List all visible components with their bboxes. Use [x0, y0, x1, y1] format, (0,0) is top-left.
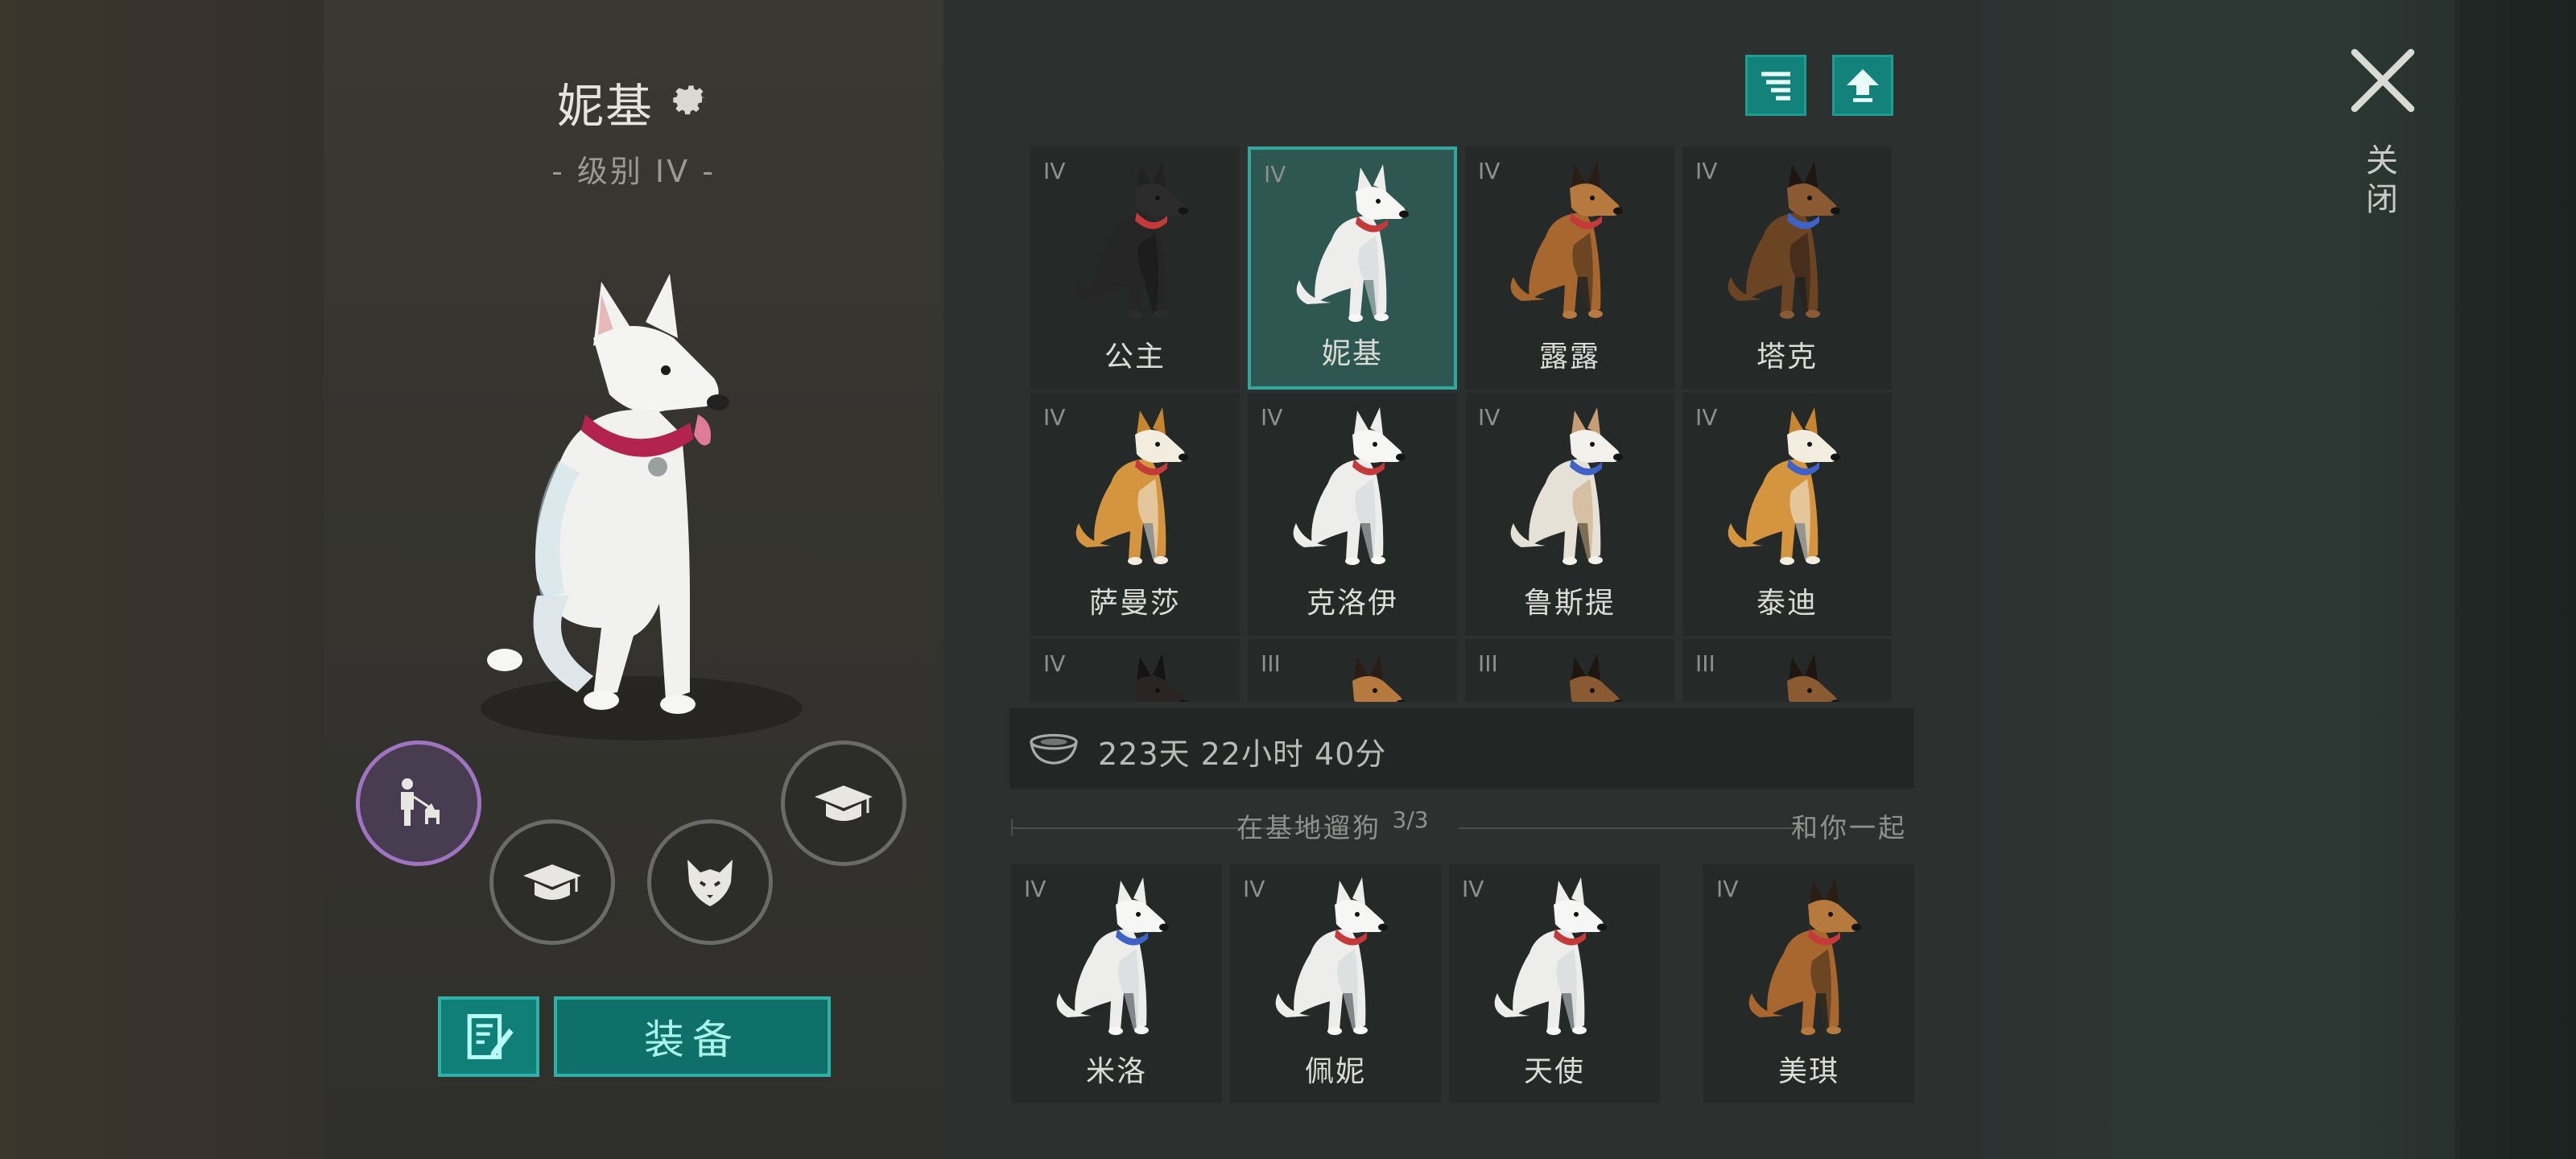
dog-name-label: 佩妮 — [1304, 1055, 1366, 1088]
dog-icon — [1135, 654, 1188, 702]
dog-tier: IV — [1716, 876, 1739, 902]
dog-name-label: 克洛伊 — [1306, 587, 1398, 620]
dog-detail-panel: 妮基 - 级别 IV - 装备 — [324, 0, 943, 1159]
section-divider-cap — [1011, 819, 1013, 835]
dog-tier: IV — [1024, 876, 1046, 902]
close-x-icon[interactable] — [2343, 40, 2423, 121]
base-dog-card[interactable]: IV 佩妮 — [1230, 864, 1441, 1103]
food-timer-bar: 223天 22小时 40分 — [1009, 708, 1914, 789]
dog-card[interactable]: IV 鲁斯提 — [1465, 393, 1674, 636]
training-course-button-2[interactable] — [781, 740, 906, 866]
dog-tier: IV — [1243, 876, 1265, 902]
dog-card[interactable]: IV 塔克 — [1682, 146, 1892, 390]
dog-icon — [1293, 407, 1406, 565]
dog-icon — [1570, 654, 1623, 702]
dog-tier: IV — [1478, 158, 1501, 184]
fox-skill-button[interactable] — [647, 819, 773, 945]
dog-icon — [1275, 877, 1388, 1035]
dog-tier: IV — [1462, 876, 1484, 902]
sort-lines-icon — [1761, 72, 1790, 101]
dog-name: 妮基 — [556, 79, 654, 134]
dog-name-label: 公主 — [1104, 340, 1166, 373]
dog-icon — [1510, 161, 1623, 319]
dog-tier: IV — [1478, 404, 1501, 431]
dog-icon — [1075, 407, 1188, 565]
base-walk-label: 在基地遛狗 3/3 — [1236, 806, 1429, 845]
dog-roster-panel: IV 公主 IV 妮基 IV 露露 IV 塔克 IV 萨曼莎 IV 克洛伊 IV… — [943, 0, 1980, 1159]
equip-button[interactable]: 装备 — [554, 996, 831, 1077]
arrow-up-icon — [1847, 69, 1879, 102]
training-course-button-1[interactable] — [489, 819, 615, 945]
dog-card[interactable]: IV — [1030, 639, 1240, 702]
dog-tier: IV — [1043, 158, 1066, 184]
dog-name-label: 鲁斯提 — [1523, 587, 1616, 620]
wolf-head-icon — [687, 860, 733, 906]
sort-button[interactable] — [1745, 55, 1806, 116]
companion-dog-card[interactable]: IV 美琪 — [1703, 864, 1914, 1103]
dog-tier: IV — [1264, 161, 1286, 188]
dog-icon — [1075, 161, 1188, 319]
dog-icon — [1728, 161, 1840, 319]
dog-card[interactable]: III — [1248, 639, 1457, 702]
dog-name-label: 美琪 — [1777, 1055, 1839, 1088]
dog-tier: IV — [1695, 158, 1718, 184]
dog-name-label: 露露 — [1538, 340, 1600, 373]
dog-icon — [1748, 877, 1861, 1035]
dog-handler-icon — [401, 778, 440, 826]
dog-grid: IV 公主 IV 妮基 IV 露露 IV 塔克 IV 萨曼莎 IV 克洛伊 IV… — [1030, 146, 1892, 702]
dog-icon — [1352, 654, 1406, 702]
dog-name-label: 天使 — [1523, 1055, 1585, 1088]
dog-icon — [1787, 654, 1840, 702]
dog-name-label: 萨曼莎 — [1088, 587, 1181, 620]
dog-tier: IV — [1261, 404, 1283, 431]
dog-portrait — [481, 274, 803, 740]
dog-name-label: 泰迪 — [1756, 587, 1818, 620]
dog-icon — [1056, 877, 1169, 1035]
dog-tier: IV — [1043, 404, 1066, 431]
dog-card[interactable]: IV 萨曼莎 — [1030, 393, 1240, 636]
dog-card[interactable]: III — [1465, 639, 1674, 702]
with-you-label: 和你一起 — [1791, 812, 1907, 843]
base-walk-title: 在基地遛狗 — [1236, 812, 1381, 843]
base-walk-count: 3/3 — [1392, 806, 1429, 833]
dog-name-label: 米洛 — [1085, 1055, 1147, 1088]
dog-icon — [1296, 164, 1409, 322]
graduation-cap-icon — [815, 786, 873, 821]
dog-level: - 级别 IV - — [551, 154, 716, 189]
dog-tier: III — [1695, 650, 1715, 677]
dog-icon — [1510, 407, 1623, 565]
dog-card[interactable]: III — [1682, 639, 1892, 702]
dog-tier: III — [1261, 650, 1281, 677]
side-strip — [2455, 0, 2576, 1159]
dog-name-label: 妮基 — [1321, 337, 1383, 370]
food-bowl-icon — [1030, 733, 1078, 765]
dog-card[interactable]: IV 克洛伊 — [1248, 393, 1457, 636]
graduation-cap-icon — [523, 864, 581, 900]
dog-tier: III — [1478, 650, 1498, 677]
dog-tier: IV — [1695, 404, 1718, 431]
notes-button[interactable] — [438, 996, 539, 1077]
dog-tier: IV — [1043, 650, 1066, 677]
close-label[interactable]: 关闭 — [2360, 143, 2402, 221]
gear-icon[interactable] — [668, 77, 710, 119]
dog-name-label: 塔克 — [1756, 340, 1818, 373]
notepad-pencil-icon — [467, 1013, 514, 1060]
walk-training-button[interactable] — [356, 740, 481, 866]
dog-icon — [1728, 407, 1840, 565]
upgrade-button[interactable] — [1832, 55, 1893, 116]
timer-text: 223天 22小时 40分 — [1098, 736, 1387, 772]
base-dog-card[interactable]: IV 米洛 — [1011, 864, 1222, 1103]
dog-card[interactable]: IV 妮基 — [1248, 146, 1457, 390]
dog-icon — [1494, 877, 1607, 1035]
dog-card[interactable]: IV 泰迪 — [1682, 393, 1892, 636]
dog-name-row: 妮基 — [324, 66, 943, 138]
dog-card[interactable]: IV 公主 — [1030, 146, 1240, 390]
base-dog-card[interactable]: IV 天使 — [1449, 864, 1660, 1103]
dog-card[interactable]: IV 露露 — [1465, 146, 1674, 390]
